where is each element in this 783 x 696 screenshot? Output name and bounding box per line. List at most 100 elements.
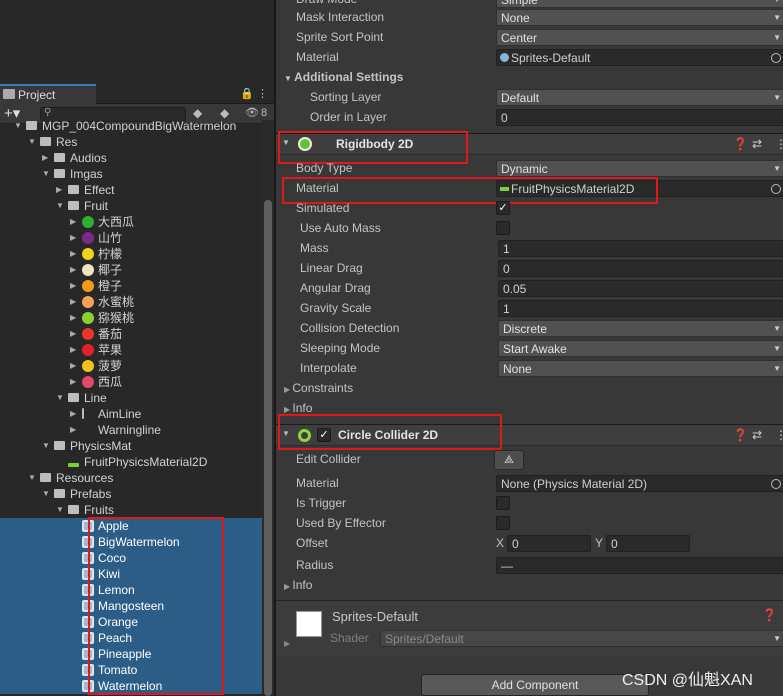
fruit-icon bbox=[82, 280, 94, 292]
tree-row[interactable]: ▶ AimLine bbox=[0, 406, 262, 422]
tree-row[interactable]: ▶ 西瓜 bbox=[0, 374, 262, 390]
expand-right-icon[interactable]: ▶ bbox=[56, 182, 64, 198]
expand-right-icon[interactable]: ▶ bbox=[70, 358, 78, 374]
expand-right-icon[interactable]: ▶ bbox=[70, 310, 78, 326]
expand-down-icon[interactable]: ▼ bbox=[56, 390, 64, 406]
tree-row[interactable]: ▶ 橙子 bbox=[0, 278, 262, 294]
expand-right-icon[interactable]: ▶ bbox=[70, 374, 78, 390]
expand-down-icon[interactable]: ▼ bbox=[42, 486, 50, 502]
sleeping-mode-dropdown[interactable]: Start Awake bbox=[498, 340, 783, 357]
mask-interaction-label: Mask Interaction bbox=[296, 10, 385, 24]
project-scrollbar[interactable] bbox=[262, 120, 274, 696]
collider-material-field[interactable]: None (Physics Material 2D) bbox=[496, 475, 783, 492]
tree-row[interactable]: ▶ Audios bbox=[0, 150, 262, 166]
presets-icon[interactable]: ⇄ bbox=[752, 137, 762, 151]
tree-row[interactable]: ▼ Prefabs bbox=[0, 486, 262, 502]
tree-row[interactable]: ▼ PhysicsMat bbox=[0, 438, 262, 454]
folder-icon bbox=[40, 137, 51, 146]
scrollbar-thumb[interactable] bbox=[264, 200, 272, 696]
shader-dropdown[interactable]: Sprites/Default bbox=[380, 630, 783, 647]
expand-right-icon[interactable]: ▶ bbox=[70, 214, 78, 230]
angular-drag-input[interactable]: 0.05 bbox=[498, 280, 783, 297]
expand-down-icon[interactable]: ▼ bbox=[56, 502, 64, 518]
use-auto-mass-checkbox[interactable] bbox=[496, 221, 510, 235]
tree-row[interactable]: ▼ Fruits bbox=[0, 502, 262, 518]
expand-down-icon[interactable]: ▼ bbox=[42, 438, 50, 454]
tree-row[interactable]: ▶ Warningline bbox=[0, 422, 262, 438]
tree-row-label: Line bbox=[84, 391, 107, 405]
mass-input[interactable]: 1 bbox=[498, 240, 783, 257]
tab-menu-icon[interactable]: 🔒 ⋮ bbox=[240, 87, 268, 100]
sprite-material-field[interactable]: Sprites-Default bbox=[496, 49, 783, 66]
foldout-arrow-icon[interactable]: ▶ bbox=[284, 639, 290, 648]
mask-interaction-dropdown[interactable]: None bbox=[496, 9, 783, 26]
expand-down-icon[interactable]: ▼ bbox=[42, 166, 50, 182]
presets-icon[interactable]: ⇄ bbox=[752, 428, 762, 442]
collision-detection-dropdown[interactable]: Discrete bbox=[498, 320, 783, 337]
tree-row[interactable]: ▶ 水蜜桃 bbox=[0, 294, 262, 310]
help-icon[interactable]: ❓ bbox=[733, 137, 748, 151]
expand-right-icon[interactable]: ▶ bbox=[70, 230, 78, 246]
body-type-dropdown[interactable]: Dynamic bbox=[496, 160, 783, 177]
expand-right-icon[interactable]: ▶ bbox=[42, 150, 50, 166]
simulated-checkbox[interactable]: ✓ bbox=[496, 201, 510, 215]
draw-mode-dropdown[interactable]: Simple bbox=[496, 0, 783, 8]
object-picker-icon[interactable] bbox=[771, 479, 781, 489]
tree-row[interactable]: ▶ 椰子 bbox=[0, 262, 262, 278]
tree-row[interactable]: ▼ MGP_004CompoundBigWatermelon bbox=[0, 118, 262, 134]
tree-row[interactable]: ▶ Effect bbox=[0, 182, 262, 198]
order-in-layer-label: Order in Layer bbox=[310, 110, 387, 124]
tree-row[interactable]: ▶ 柠檬 bbox=[0, 246, 262, 262]
expand-right-icon[interactable]: ▶ bbox=[70, 262, 78, 278]
material-help-icon[interactable]: ❓ bbox=[762, 608, 777, 622]
expand-down-icon[interactable]: ▼ bbox=[28, 470, 36, 486]
add-component-button[interactable]: Add Component bbox=[421, 674, 649, 696]
interpolate-dropdown[interactable]: None bbox=[498, 360, 783, 377]
expand-right-icon[interactable]: ▶ bbox=[70, 422, 78, 438]
tree-row[interactable]: ▶ 大西瓜 bbox=[0, 214, 262, 230]
fruit-icon bbox=[82, 216, 94, 228]
linear-drag-input[interactable]: 0 bbox=[498, 260, 783, 277]
object-picker-icon[interactable] bbox=[771, 53, 781, 63]
tree-row[interactable]: ▶ 山竹 bbox=[0, 230, 262, 246]
expand-right-icon[interactable]: ▶ bbox=[70, 406, 78, 422]
sorting-layer-dropdown[interactable]: Default bbox=[496, 89, 783, 106]
sprite-sort-point-dropdown[interactable]: Center bbox=[496, 29, 783, 46]
component-menu-icon[interactable]: ⋮ bbox=[775, 137, 783, 151]
expand-right-icon[interactable]: ▶ bbox=[70, 326, 78, 342]
additional-settings-foldout[interactable]: ▼ Additional Settings bbox=[284, 68, 403, 88]
help-icon[interactable]: ❓ bbox=[733, 428, 748, 442]
expand-right-icon[interactable]: ▶ bbox=[70, 246, 78, 262]
constraints-foldout[interactable]: ▶ Constraints bbox=[284, 379, 353, 399]
offset-y-input[interactable]: 0 bbox=[606, 535, 690, 552]
edit-collider-button[interactable]: ⟁ bbox=[494, 450, 524, 470]
sorting-layer-label: Sorting Layer bbox=[310, 90, 382, 104]
expand-down-icon[interactable]: ▼ bbox=[56, 198, 64, 214]
is-trigger-label: Is Trigger bbox=[296, 496, 347, 510]
expand-right-icon[interactable]: ▶ bbox=[70, 278, 78, 294]
tree-row[interactable]: ▶ 猕猴桃 bbox=[0, 310, 262, 326]
expand-down-icon[interactable]: ▼ bbox=[28, 134, 36, 150]
collider-info-foldout[interactable]: ▶ Info bbox=[284, 576, 312, 596]
tree-row[interactable]: ▶ 番茄 bbox=[0, 326, 262, 342]
expand-right-icon[interactable]: ▶ bbox=[70, 294, 78, 310]
offset-x-input[interactable]: 0 bbox=[507, 535, 591, 552]
object-picker-icon[interactable] bbox=[771, 184, 781, 194]
order-in-layer-input[interactable]: 0 bbox=[496, 109, 783, 126]
expand-right-icon[interactable]: ▶ bbox=[70, 342, 78, 358]
tree-row[interactable]: ▼ Line bbox=[0, 390, 262, 406]
used-by-effector-checkbox[interactable] bbox=[496, 516, 510, 530]
tab-project[interactable]: Project bbox=[0, 84, 96, 104]
tree-row[interactable]: ▼ Fruit bbox=[0, 198, 262, 214]
tree-row[interactable]: ▶ 苹果 bbox=[0, 342, 262, 358]
expand-down-icon[interactable]: ▼ bbox=[14, 118, 22, 134]
tree-row[interactable]: ▶ 菠萝 bbox=[0, 358, 262, 374]
gravity-scale-input[interactable]: 1 bbox=[498, 300, 783, 317]
tree-row[interactable]: ▼ Res bbox=[0, 134, 262, 150]
component-menu-icon[interactable]: ⋮ bbox=[775, 428, 783, 442]
tree-row[interactable]: ▼ Imgas bbox=[0, 166, 262, 182]
tree-row[interactable]: FruitPhysicsMaterial2D bbox=[0, 454, 262, 470]
tree-row[interactable]: ▼ Resources bbox=[0, 470, 262, 486]
is-trigger-checkbox[interactable] bbox=[496, 496, 510, 510]
radius-input[interactable]: — bbox=[496, 557, 783, 574]
